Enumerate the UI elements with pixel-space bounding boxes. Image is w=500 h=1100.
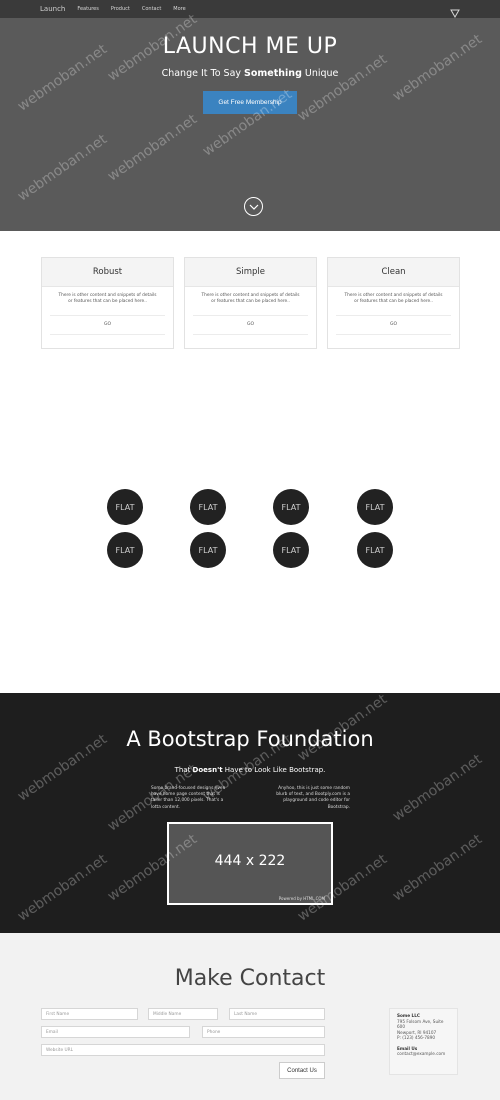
last-name-field[interactable]: Last Name (229, 1008, 325, 1020)
placeholder-image: 444 x 222 Powered by HTML.COM (167, 822, 333, 905)
address-block: Some LLC 795 Folsom Ave, Suite 600 Newpo… (389, 1008, 458, 1075)
contact-section: Make Contact First Name Middle Name Last… (0, 933, 500, 1100)
card-text: There is other content and snippets of d… (344, 293, 443, 305)
card-title: Clean (328, 258, 459, 287)
flat-circle[interactable]: FLAT (273, 489, 309, 525)
feature-card-robust: Robust There is other content and snippe… (41, 257, 174, 349)
card-go-link[interactable]: GO (42, 322, 173, 327)
hero-section: LAUNCH ME UP Change It To Say Something … (0, 18, 500, 231)
nav-link-features[interactable]: Features (77, 6, 99, 12)
feature-card-clean: Clean There is other content and snippet… (327, 257, 460, 349)
navbar: Launch Features Product Contact More (0, 0, 500, 19)
flat-circle[interactable]: FLAT (190, 532, 226, 568)
divider (193, 334, 308, 335)
email-link[interactable]: contact@example.com (397, 1051, 450, 1057)
feature-cards: Robust There is other content and snippe… (41, 257, 460, 349)
menu-toggle-icon[interactable] (450, 4, 460, 19)
nav-link-more[interactable]: More (173, 6, 185, 12)
bootstrap-foundation-section: A Bootstrap Foundation That Doesn't Have… (0, 693, 500, 933)
card-text: There is other content and snippets of d… (58, 293, 157, 305)
flat-circle[interactable]: FLAT (357, 489, 393, 525)
flat-circle[interactable]: FLAT (107, 532, 143, 568)
section-title: A Bootstrap Foundation (126, 727, 374, 751)
get-free-membership-button[interactable]: Get Free Membership (203, 91, 297, 114)
flat-circle[interactable]: FLAT (107, 489, 143, 525)
section-subtitle: That Doesn't Have to Look Like Bootstrap… (174, 766, 326, 774)
contact-title: Make Contact (174, 966, 326, 991)
card-title: Robust (42, 258, 173, 287)
first-name-field[interactable]: First Name (41, 1008, 138, 1020)
divider (336, 334, 451, 335)
hero-subtitle: Change It To Say Something Unique (161, 68, 339, 79)
feature-card-simple: Simple There is other content and snippe… (184, 257, 317, 349)
card-go-link[interactable]: GO (185, 322, 316, 327)
divider (50, 334, 165, 335)
website-url-field[interactable]: Website URL (41, 1044, 325, 1056)
card-go-link[interactable]: GO (328, 322, 459, 327)
scroll-down-icon[interactable] (244, 197, 263, 216)
card-text: There is other content and snippets of d… (201, 293, 300, 305)
nav-link-contact[interactable]: Contact (142, 6, 161, 12)
flat-circle[interactable]: FLAT (190, 489, 226, 525)
navbar-brand[interactable]: Launch (40, 5, 65, 13)
email-field[interactable]: Email (41, 1026, 190, 1038)
address-line: 795 Folsom Ave, Suite 600 (397, 1018, 444, 1030)
middle-name-field[interactable]: Middle Name (148, 1008, 218, 1020)
placeholder-size-label: 444 x 222 (214, 853, 286, 869)
divider (336, 315, 451, 316)
nav-link-product[interactable]: Product (111, 6, 130, 12)
flat-circle[interactable]: FLAT (273, 532, 309, 568)
hero-title: LAUNCH ME UP (162, 34, 338, 59)
divider (50, 315, 165, 316)
divider (193, 315, 308, 316)
contact-us-button[interactable]: Contact Us (279, 1062, 325, 1079)
blurb-left: Some brand-focused designs even have hom… (151, 786, 226, 810)
blurb-right: Anyhoo, this is just some random blurb o… (276, 786, 350, 810)
flat-circle[interactable]: FLAT (357, 532, 393, 568)
phone-field[interactable]: Phone (202, 1026, 325, 1038)
placeholder-credit: Powered by HTML.COM (278, 896, 325, 901)
card-title: Simple (185, 258, 316, 287)
